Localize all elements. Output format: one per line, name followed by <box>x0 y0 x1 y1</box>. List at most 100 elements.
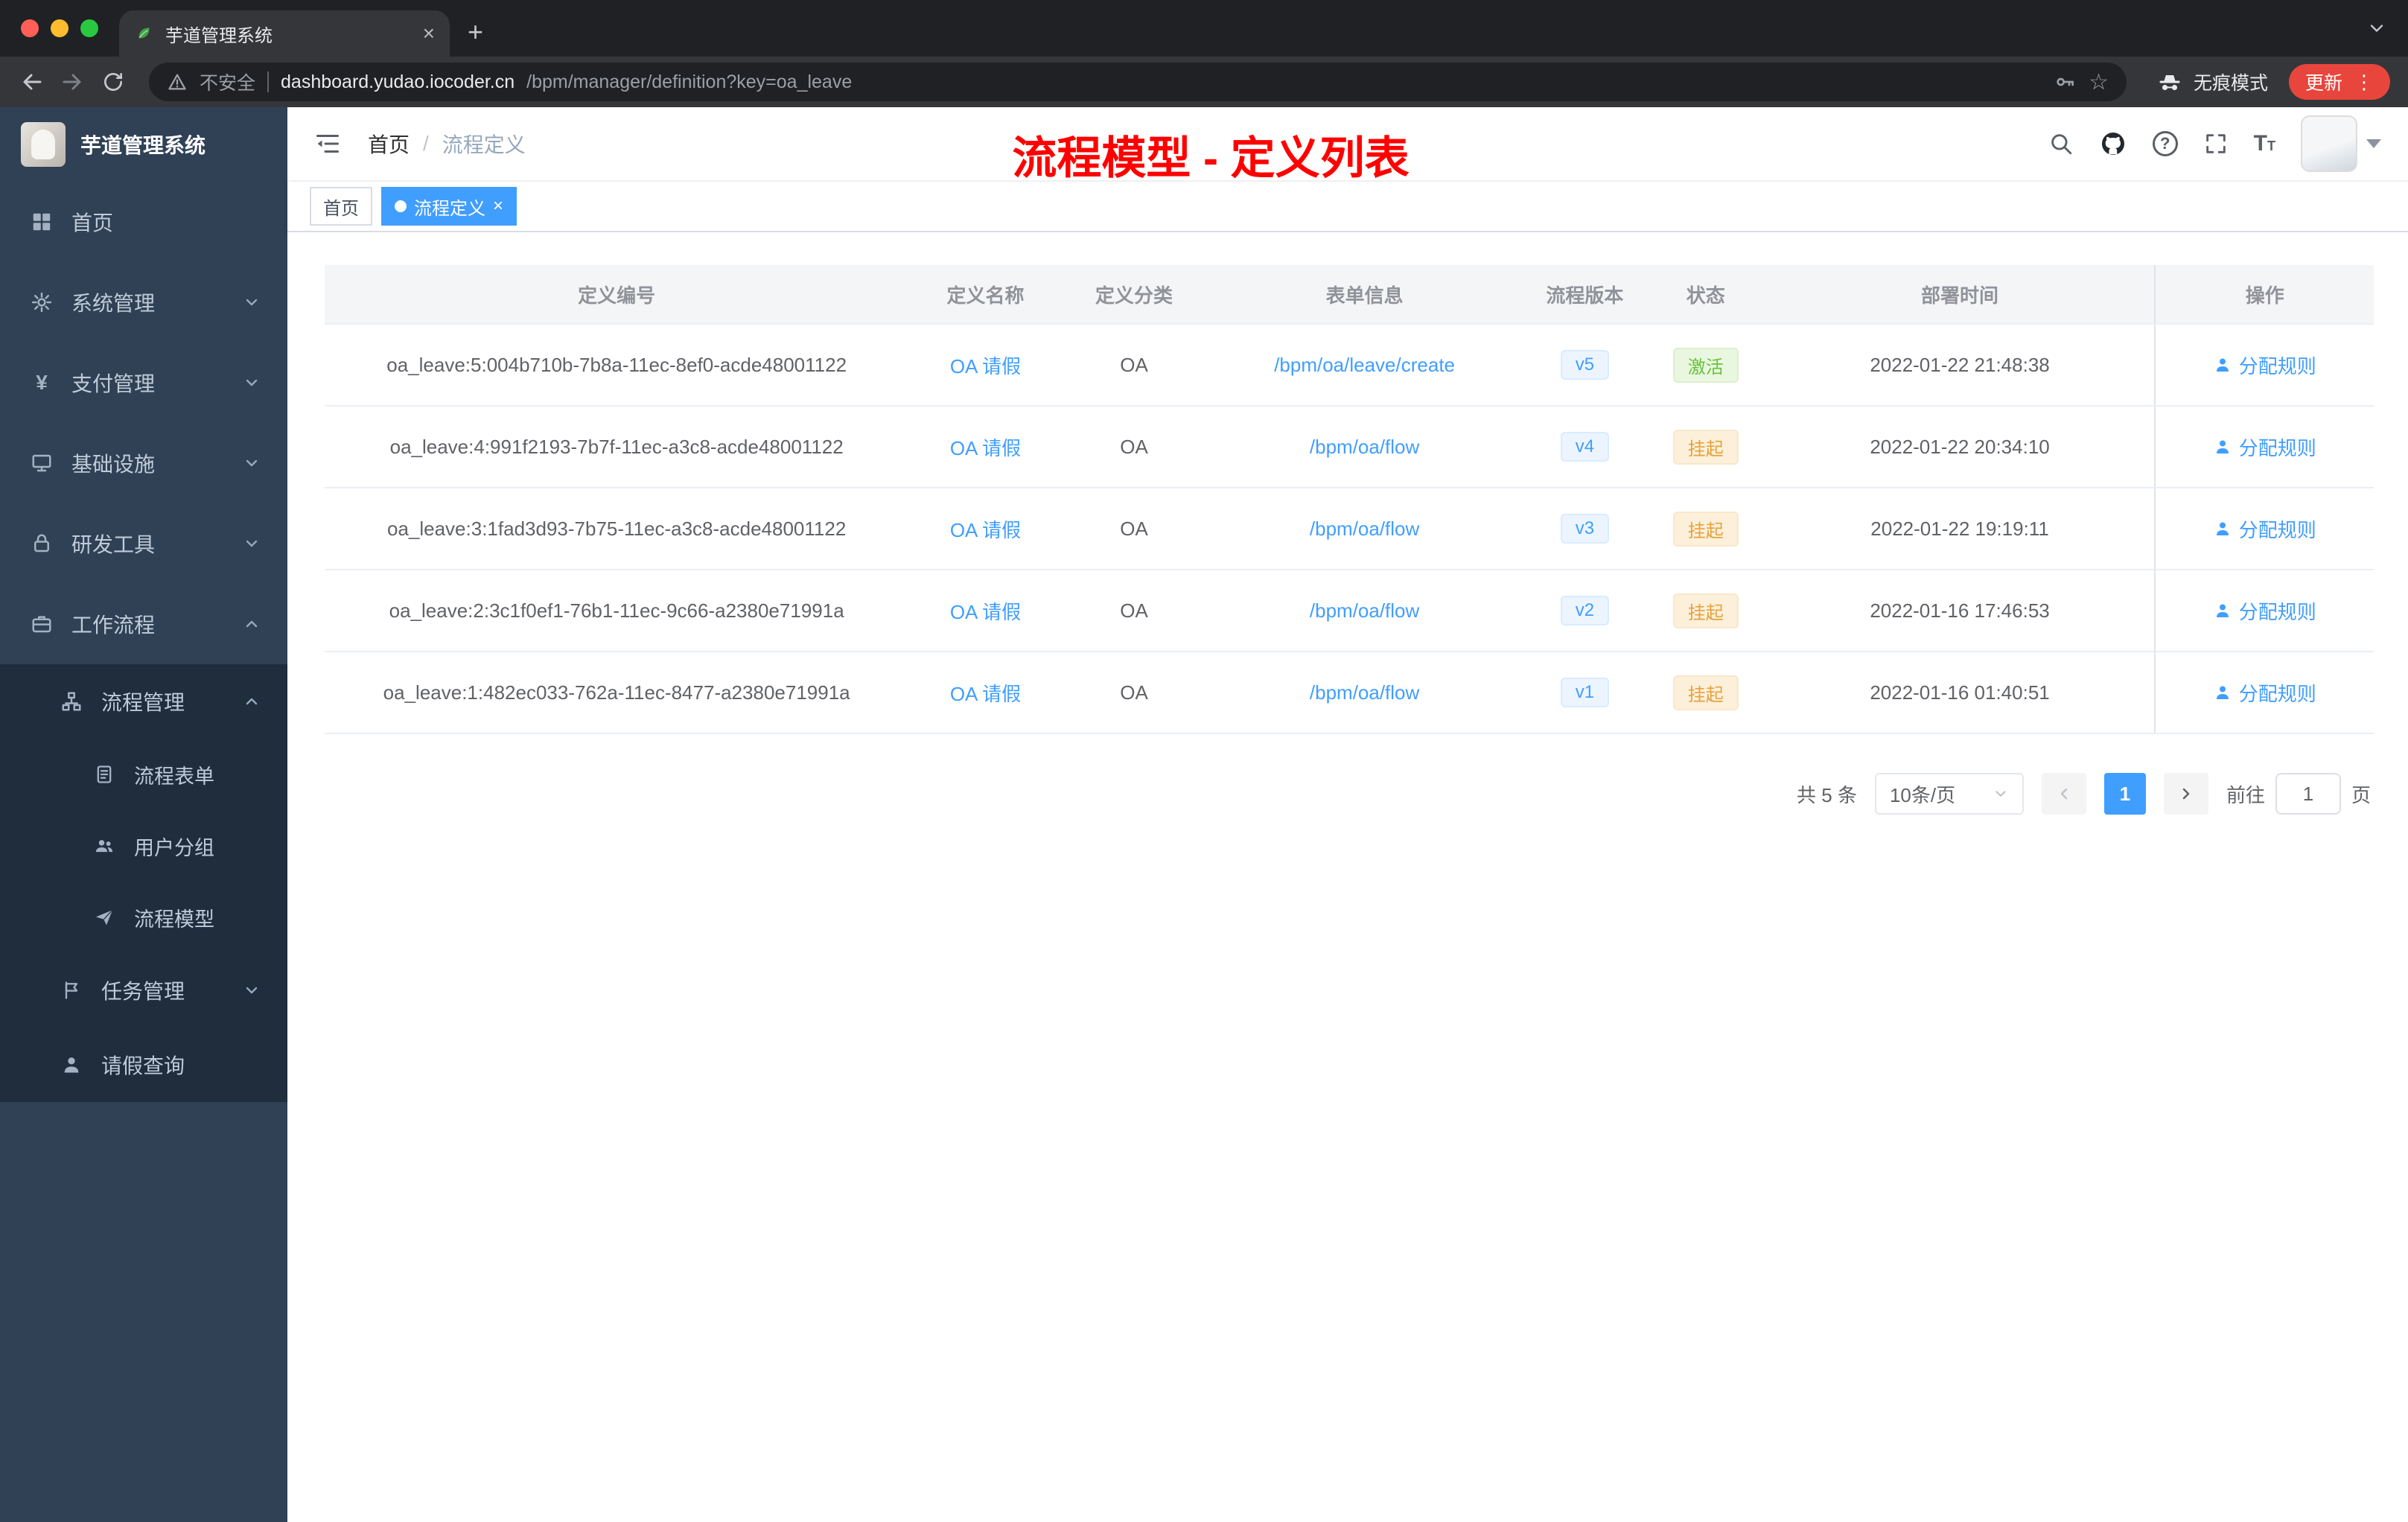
page-goto-input[interactable] <box>2275 773 2341 815</box>
assign-rule-link[interactable]: 分配规则 <box>2214 515 2316 543</box>
definition-name-link[interactable]: OA 请假 <box>950 601 1021 623</box>
address-bar[interactable]: 不安全 dashboard.yudao.iocoder.cn /bpm/mana… <box>149 63 2127 101</box>
sidebar-item-label: 流程表单 <box>134 765 214 788</box>
status-badge: 激活 <box>1672 347 1739 383</box>
browser-toolbar: 不安全 dashboard.yudao.iocoder.cn /bpm/mana… <box>0 57 2408 107</box>
incognito-badge: 无痕模式 <box>2156 69 2268 95</box>
github-icon[interactable] <box>2099 130 2127 158</box>
current-page-button[interactable]: 1 <box>2103 773 2146 815</box>
page-size-select[interactable]: 10条/页 <box>1874 773 2024 815</box>
form-info-link[interactable]: /bpm/oa/flow <box>1310 436 1419 458</box>
table-row: oa_leave:1:482ec033-762a-11ec-8477-a2380… <box>325 652 2374 734</box>
version-badge: v2 <box>1560 596 1610 625</box>
security-label[interactable]: 不安全 <box>200 69 255 95</box>
sidebar-item-process-form[interactable]: 流程表单 <box>0 739 287 810</box>
not-secure-warning-icon <box>167 71 188 92</box>
tag-active-dot <box>395 200 407 212</box>
help-question-icon[interactable]: ? <box>2152 131 2178 156</box>
goto-unit-label: 页 <box>2351 783 2371 806</box>
tab-close-icon[interactable]: × <box>423 23 435 44</box>
fullscreen-icon[interactable] <box>2203 131 2229 156</box>
version-badge: v3 <box>1560 514 1610 544</box>
definition-name-link[interactable]: OA 请假 <box>950 437 1021 459</box>
font-size-large-glyph: T <box>2253 131 2267 156</box>
back-icon[interactable] <box>18 69 45 95</box>
content-area: 定义编号 定义名称 定义分类 表单信息 流程版本 状态 部署时间 操作 oa_l… <box>287 232 2408 1522</box>
chevron-up-icon <box>243 692 261 710</box>
font-size-icon[interactable]: TT <box>2254 133 2275 155</box>
column-header: 表单信息 <box>1325 284 1404 307</box>
assign-rule-label: 分配规则 <box>2238 600 2316 623</box>
assign-rule-link[interactable]: 分配规则 <box>2214 679 2316 707</box>
tag-home[interactable]: 首页 <box>310 187 372 226</box>
breadcrumb-home[interactable]: 首页 <box>368 129 410 159</box>
sidebar-item-leave-query[interactable]: 请假查询 <box>0 1028 287 1102</box>
form-info-link[interactable]: /bpm/oa/leave/create <box>1274 354 1455 376</box>
assign-rule-link[interactable]: 分配规则 <box>2214 433 2316 461</box>
cell-definition-id: oa_leave:3:1fad3d93-7b75-11ec-a3c8-acde4… <box>386 517 847 540</box>
assign-rule-link[interactable]: 分配规则 <box>2214 597 2316 625</box>
browser-update-button[interactable]: 更新 ⋮ <box>2288 64 2390 100</box>
assign-rule-link[interactable]: 分配规则 <box>2214 351 2316 379</box>
sidebar-item-workflow[interactable]: 工作流程 <box>0 584 287 664</box>
tab-overflow-chevron-icon[interactable] <box>2366 18 2387 39</box>
forward-icon[interactable] <box>60 69 86 95</box>
sidebar-item-task-management[interactable]: 任务管理 <box>0 953 287 1028</box>
sidebar-item-label: 系统管理 <box>71 292 156 315</box>
main-area: 流程模型 - 定义列表 首页 / 流程定义 ? T T 首页 流程定义 × 定义… <box>287 107 2408 1522</box>
assign-rule-label: 分配规则 <box>2238 518 2316 541</box>
bookmark-star-icon[interactable]: ☆ <box>2089 69 2109 95</box>
new-tab-button[interactable]: + <box>468 16 483 48</box>
sidebar-item-infrastructure[interactable]: 基础设施 <box>0 423 287 503</box>
cell-category: OA <box>1120 599 1148 622</box>
form-info-link[interactable]: /bpm/oa/flow <box>1310 518 1419 540</box>
password-key-icon[interactable] <box>2053 70 2077 94</box>
tab-favicon-icon <box>134 24 153 43</box>
sidebar-item-devtools[interactable]: 研发工具 <box>0 503 287 584</box>
chevron-up-icon <box>243 615 261 633</box>
window-close-button[interactable] <box>21 19 39 37</box>
tag-process-definition[interactable]: 流程定义 × <box>381 187 517 226</box>
definition-name-link[interactable]: OA 请假 <box>950 519 1021 541</box>
tag-close-icon[interactable]: × <box>493 197 503 215</box>
reload-icon[interactable] <box>101 70 125 94</box>
sidebar-item-label: 工作流程 <box>71 614 156 637</box>
sidebar-logo[interactable]: 芋道管理系统 <box>0 107 287 182</box>
menu-leave-person-icon <box>60 1053 83 1077</box>
menu-payment-yen-icon: ¥ <box>36 371 48 394</box>
sidebar-toggle-hamburger-icon[interactable] <box>314 130 341 157</box>
url-path: /bpm/manager/definition?key=oa_leave <box>526 71 853 92</box>
definition-name-link[interactable]: OA 请假 <box>950 683 1021 705</box>
table-row: oa_leave:5:004b710b-7b8a-11ec-8ef0-acde4… <box>325 325 2374 407</box>
form-info-link[interactable]: /bpm/oa/flow <box>1310 681 1419 704</box>
table-row: oa_leave:4:991f2193-7b7f-11ec-a3c8-acde4… <box>325 407 2374 488</box>
menu-workflow-briefcase-icon <box>30 612 54 636</box>
browser-tab[interactable]: 芋道管理系统 × <box>119 10 450 57</box>
window-zoom-button[interactable] <box>80 19 98 37</box>
window-controls <box>0 19 119 37</box>
cell-deploy-time: 2022-01-16 01:40:51 <box>1870 681 2050 704</box>
definition-name-link[interactable]: OA 请假 <box>950 355 1021 378</box>
sidebar-item-process-management[interactable]: 流程管理 <box>0 664 287 739</box>
form-info-link[interactable]: /bpm/oa/flow <box>1310 599 1419 622</box>
sidebar-item-label: 流程模型 <box>134 908 214 931</box>
sidebar-item-home[interactable]: 首页 <box>0 182 287 262</box>
search-icon[interactable] <box>2048 131 2074 156</box>
column-header: 流程版本 <box>1546 284 1624 307</box>
logo-avatar <box>21 122 66 167</box>
menu-task-flag-icon <box>60 978 83 1002</box>
sidebar-item-user-group[interactable]: 用户分组 <box>0 810 287 882</box>
avatar[interactable] <box>2301 115 2357 172</box>
user-avatar-menu[interactable] <box>2301 115 2381 172</box>
sidebar-item-system[interactable]: 系统管理 <box>0 262 287 343</box>
next-page-button[interactable] <box>2163 773 2208 815</box>
definition-table: 定义编号 定义名称 定义分类 表单信息 流程版本 状态 部署时间 操作 oa_l… <box>325 265 2374 734</box>
browser-menu-kebab-icon[interactable]: ⋮ <box>2354 71 2374 94</box>
sidebar-item-payment[interactable]: ¥ 支付管理 <box>0 343 287 423</box>
incognito-icon <box>2156 69 2183 95</box>
status-badge: 挂起 <box>1672 593 1739 628</box>
sidebar-item-process-model[interactable]: 流程模型 <box>0 882 287 953</box>
menu-system-gear-icon <box>30 290 54 314</box>
window-minimize-button[interactable] <box>51 19 69 37</box>
prev-page-button[interactable] <box>2041 773 2086 815</box>
